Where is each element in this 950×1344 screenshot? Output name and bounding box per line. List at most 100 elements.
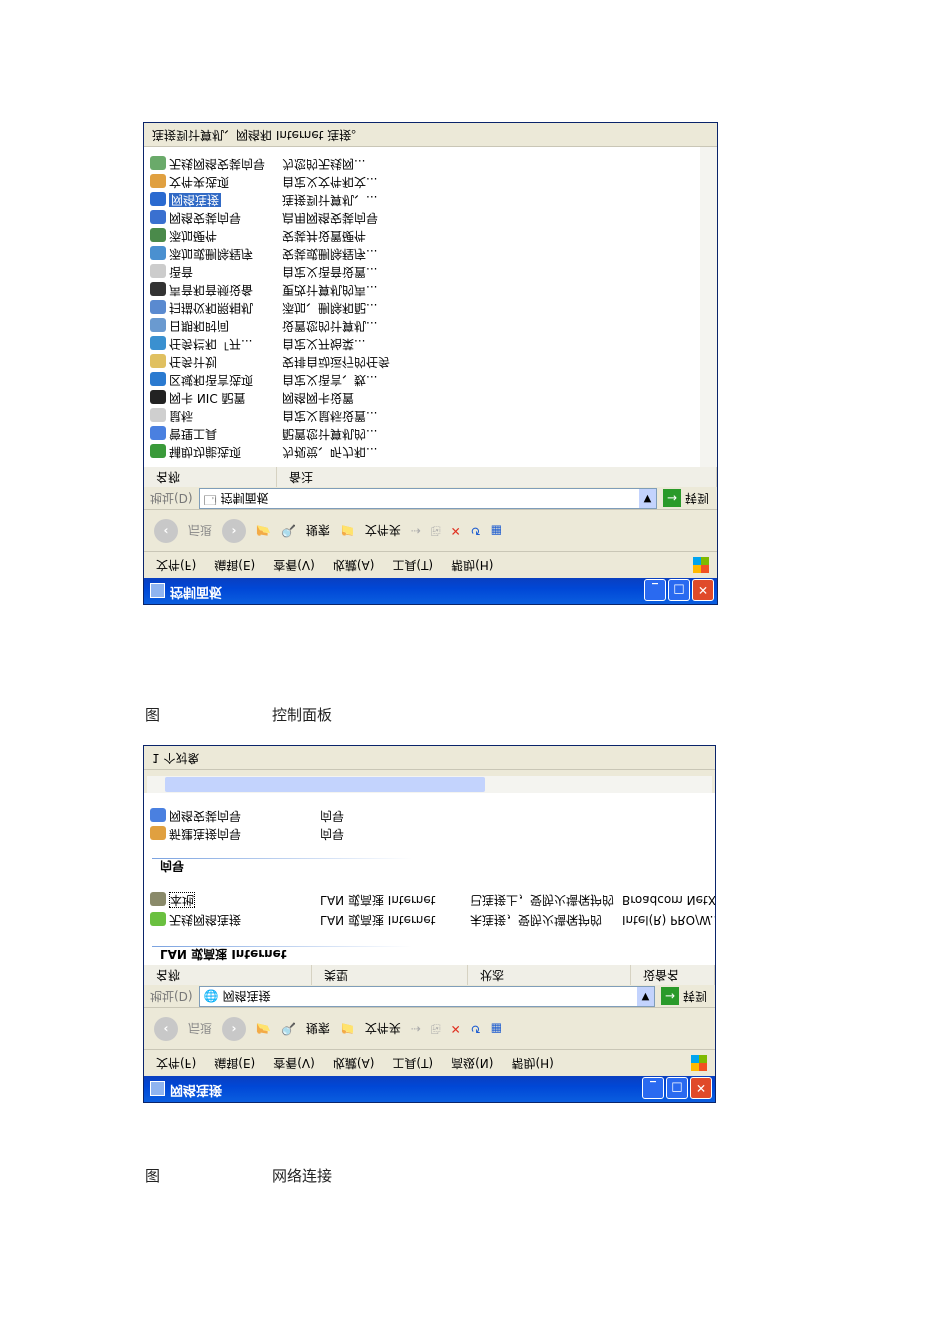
item-status: 已连接上，受防火墙保护的 xyxy=(470,893,615,907)
menu-view[interactable]: 查看(V) xyxy=(273,1050,315,1076)
close-button[interactable]: ✕ xyxy=(692,579,714,601)
network-wizard-icon xyxy=(150,808,166,823)
list-item[interactable]: 任务计划 安排自动运行的任务 xyxy=(150,353,390,371)
menu-advanced[interactable]: 高级(N) xyxy=(451,1050,493,1076)
column-header: 名称 备注 xyxy=(144,466,717,487)
column-status[interactable]: 状态 xyxy=(468,965,631,985)
list-item[interactable]: 鼠标 自定义鼠标设置... xyxy=(150,407,377,425)
forward-icon[interactable]: › xyxy=(222,1017,247,1041)
list-item[interactable]: 本地 LAN 或高速 Internet 已连接上，受防火墙保护的 Broadcom N… xyxy=(150,891,716,909)
group-header-lan: LAN 或高速 Internet xyxy=(160,947,287,961)
item-name: 新建连接向导 xyxy=(169,827,242,841)
list-item[interactable]: 添加或删除程序 安装或删除程序... xyxy=(150,245,377,263)
control-panel-icon: 🗔 xyxy=(203,493,217,507)
item-icon xyxy=(150,408,166,423)
maximize-button[interactable]: □ xyxy=(666,1077,688,1099)
forward-icon[interactable]: › xyxy=(222,519,247,543)
list-item[interactable]: 无线网络安装向导 为您的无线网... xyxy=(150,155,365,173)
item-name: 日期和时间 xyxy=(169,319,230,333)
up-folder-icon[interactable]: 📂 xyxy=(256,1019,271,1039)
figure-caption: 控制面板 xyxy=(272,706,333,724)
column-name[interactable]: 名称 xyxy=(144,965,312,985)
list-item[interactable]: 网络安装向导 向导 xyxy=(150,807,344,825)
back-icon[interactable]: ‹ xyxy=(154,519,178,543)
column-device[interactable]: 设备名 xyxy=(631,965,715,985)
undo-icon[interactable]: ↺ xyxy=(471,521,481,541)
go-arrow-icon[interactable]: → xyxy=(660,987,679,1006)
delete-icon[interactable]: ✕ xyxy=(451,521,461,541)
menu-help[interactable]: 帮助(H) xyxy=(511,1050,553,1076)
search-button[interactable]: 搜索 xyxy=(306,523,330,540)
menu-edit[interactable]: 编辑(E) xyxy=(214,552,255,578)
folders-button[interactable]: 文件夹 xyxy=(365,1021,401,1038)
item-icon xyxy=(150,174,166,189)
column-type[interactable]: 类型 xyxy=(312,965,468,985)
vertical-scrollbar[interactable] xyxy=(700,146,717,467)
back-icon[interactable]: ‹ xyxy=(154,1017,178,1041)
go-button[interactable]: 转到 xyxy=(685,490,709,507)
address-input[interactable]: 🌐 网络连接 ▼ xyxy=(198,986,655,1007)
item-comment: 网络网卡设置 xyxy=(282,391,355,405)
back-button[interactable]: 后退 xyxy=(188,1021,212,1038)
item-comment: 安排自动运行的任务 xyxy=(282,355,391,369)
list-item[interactable]: 无线网络连接 LAN 或高速 Internet 未连接，受防火墙保护的 Intel(R… xyxy=(150,911,716,929)
views-icon[interactable]: ▦ xyxy=(491,521,502,541)
copy-to-icon[interactable]: ⎘ xyxy=(431,521,441,541)
menu-tools[interactable]: 工具(T) xyxy=(392,552,433,578)
list-item[interactable]: 扫描仪和照相机 添加、删除和配... xyxy=(150,299,377,317)
list-item[interactable]: 声音和音频设备 更改计算机的声... xyxy=(150,281,377,299)
list-item[interactable]: 文件夹选项 自定义文件和文... xyxy=(150,173,377,191)
item-comment: 连接到计算机、... xyxy=(282,193,378,207)
undo-icon[interactable]: ↺ xyxy=(471,1019,481,1039)
dropdown-icon[interactable]: ▼ xyxy=(638,489,656,508)
menu-favorites[interactable]: 收藏(A) xyxy=(333,552,375,578)
lan-icon xyxy=(150,892,166,907)
horizontal-scrollbar[interactable] xyxy=(147,776,712,793)
up-folder-icon[interactable]: 📂 xyxy=(256,521,271,541)
minimize-button[interactable]: _ xyxy=(642,1077,664,1099)
address-input[interactable]: 🗔 控制面板 ▼ xyxy=(198,488,657,509)
search-icon: 🔍 xyxy=(280,524,296,538)
views-icon[interactable]: ▦ xyxy=(491,1019,502,1039)
menu-file[interactable]: 文件(F) xyxy=(156,1050,196,1076)
menu-bar: 文件(F) 编辑(E) 查看(V) 收藏(A) 工具(T) 帮助(H) xyxy=(144,551,717,578)
list-item[interactable]: 管理工具 配置您计算机的... xyxy=(150,425,377,443)
list-item[interactable]: 日期和时间 设置您的计算机... xyxy=(150,317,377,335)
back-button[interactable]: 后退 xyxy=(188,523,212,540)
close-button[interactable]: ✕ xyxy=(690,1077,712,1099)
search-button[interactable]: 搜索 xyxy=(306,1021,330,1038)
scrollbar-thumb[interactable] xyxy=(165,777,485,792)
item-name: 无线网络连接 xyxy=(169,913,242,927)
item-name: 声音和音频设备 xyxy=(169,283,254,297)
delete-icon[interactable]: ✕ xyxy=(451,1019,461,1039)
menu-edit[interactable]: 编辑(E) xyxy=(214,1050,255,1076)
folders-button[interactable]: 文件夹 xyxy=(365,523,401,540)
group-header-wizard: 向导 xyxy=(160,859,185,873)
column-comment[interactable]: 备注 xyxy=(277,467,717,487)
move-to-icon[interactable]: ⇢ xyxy=(411,1019,421,1039)
item-icon xyxy=(150,336,166,351)
column-name[interactable]: 名称 xyxy=(144,467,277,487)
minimize-button[interactable]: _ xyxy=(644,579,666,601)
list-item[interactable]: 网络安装向导 启用网络安装向导 xyxy=(150,209,378,227)
move-to-icon[interactable]: ⇢ xyxy=(411,521,421,541)
copy-to-icon[interactable]: ⎘ xyxy=(431,1019,441,1039)
menu-view[interactable]: 查看(V) xyxy=(273,552,315,578)
list-item[interactable]: 添加硬件 安装并设置硬件 xyxy=(150,227,366,245)
go-button[interactable]: 转到 xyxy=(683,988,707,1005)
menu-help[interactable]: 帮助(H) xyxy=(451,552,493,578)
maximize-button[interactable]: □ xyxy=(668,579,690,601)
go-arrow-icon[interactable]: → xyxy=(662,489,681,508)
dropdown-icon[interactable]: ▼ xyxy=(636,987,654,1006)
list-item[interactable]: 语音 自定义语音设置... xyxy=(150,263,377,281)
list-item[interactable]: 网卡 NIC 配置 网络网卡设置 xyxy=(150,389,354,407)
list-item[interactable]: 辅助功能选项 为视觉、听力和... xyxy=(150,443,377,461)
list-item[interactable]: 任务栏和「开... 自定义开始菜... xyxy=(150,335,365,353)
menu-favorites[interactable]: 收藏(A) xyxy=(333,1050,375,1076)
list-item[interactable]: 新建连接向导 向导 xyxy=(150,825,344,843)
menu-file[interactable]: 文件(F) xyxy=(156,552,196,578)
menu-tools[interactable]: 工具(T) xyxy=(392,1050,433,1076)
list-item[interactable]: 网络连接 连接到计算机、... xyxy=(150,191,377,209)
list-item[interactable]: 区域和语言选项 自定义语言、数... xyxy=(150,371,377,389)
item-name: 鼠标 xyxy=(169,409,194,423)
